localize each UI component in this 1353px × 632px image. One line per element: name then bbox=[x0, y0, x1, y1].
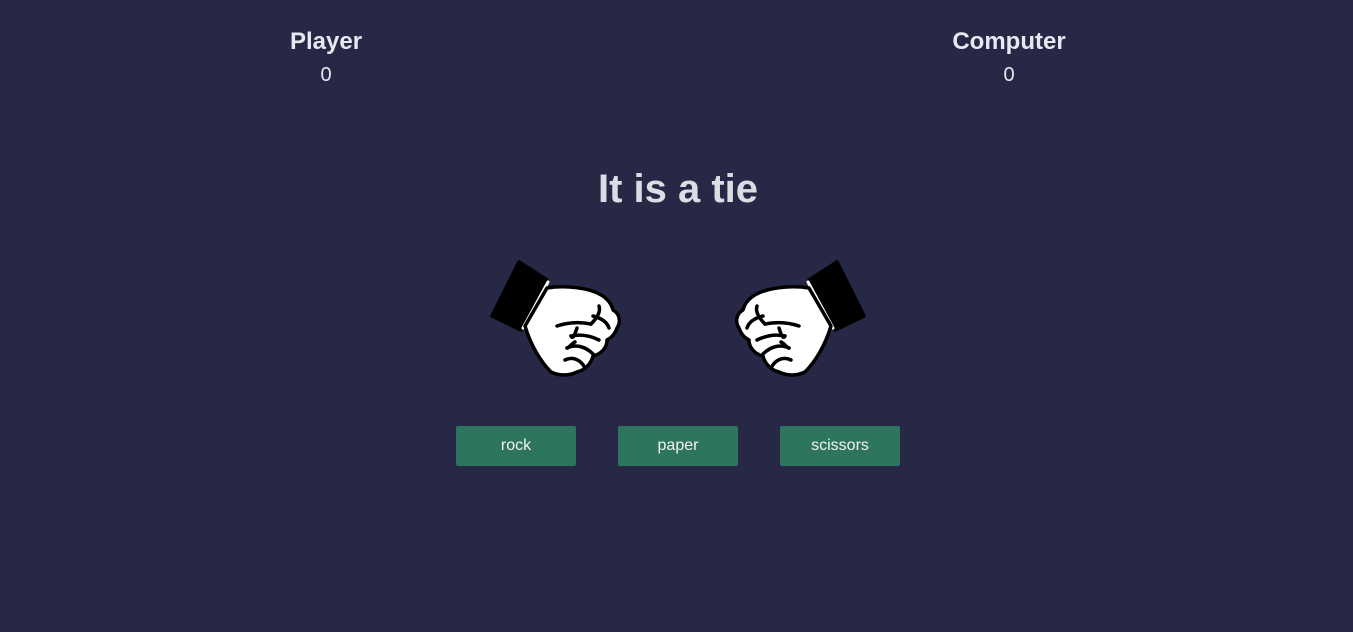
scissors-button[interactable]: scissors bbox=[780, 426, 900, 466]
paper-button[interactable]: paper bbox=[618, 426, 738, 466]
player-hand bbox=[489, 258, 623, 382]
computer-score: 0 bbox=[1003, 64, 1015, 86]
choice-buttons: rock paper scissors bbox=[456, 426, 900, 466]
game-page: Player 0 Computer 0 It is a tie rock pap… bbox=[0, 0, 1353, 632]
player-label: Player bbox=[289, 28, 363, 55]
rock-fist-icon bbox=[490, 260, 622, 377]
rock-button[interactable]: rock bbox=[456, 426, 576, 466]
computer-hand bbox=[733, 258, 867, 382]
player-score-panel: Player 0 bbox=[226, 28, 426, 87]
rock-fist-icon bbox=[734, 260, 866, 377]
result-message: It is a tie bbox=[597, 167, 759, 211]
computer-score-panel: Computer 0 bbox=[909, 28, 1109, 87]
computer-label: Computer bbox=[952, 28, 1066, 55]
player-score: 0 bbox=[320, 64, 332, 86]
